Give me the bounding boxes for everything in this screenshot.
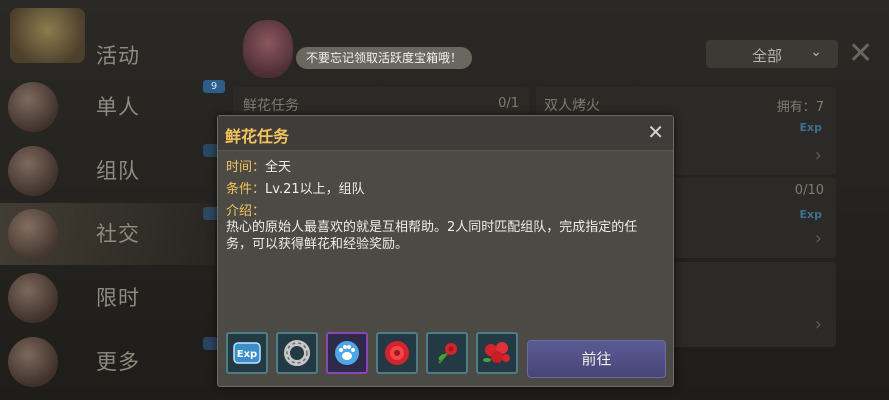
- warrior-avatar-icon: [8, 146, 58, 196]
- red-rose-icon: [378, 334, 416, 372]
- exp-icon: Exp: [799, 121, 822, 134]
- task-title: 鲜花任务: [243, 98, 299, 114]
- sidebar-item-limited[interactable]: 限时: [0, 267, 215, 329]
- close-icon[interactable]: ✕: [647, 120, 664, 144]
- pink-hair-avatar-icon: [8, 82, 58, 132]
- condition-row: 条件：Lv.21以上，组队: [226, 178, 365, 197]
- more-avatar-icon: [8, 337, 58, 387]
- sidebar-item-label: 单人: [96, 95, 140, 119]
- sidebar-item-label: 组队: [96, 159, 140, 183]
- mascot-character-icon: [243, 20, 293, 78]
- exp-icon: Exp: [799, 208, 822, 221]
- sidebar-item-more[interactable]: 更多: [0, 331, 215, 393]
- single-rose-icon: [428, 334, 466, 372]
- sidebar-item-label: 限时: [96, 286, 140, 310]
- go-button[interactable]: 前往: [527, 340, 666, 378]
- sidebar-item-team[interactable]: 组队: [0, 140, 215, 202]
- filter-dropdown[interactable]: 全部 ⌄: [706, 40, 838, 68]
- reward-slot[interactable]: [476, 332, 518, 374]
- reward-slot[interactable]: [326, 332, 368, 374]
- dialog-header: 鲜花任务 ✕: [218, 116, 673, 151]
- ring-icon: [278, 334, 316, 372]
- svg-text:Exp: Exp: [237, 349, 257, 360]
- intro-row: 介绍：: [226, 200, 265, 219]
- time-value: 全天: [265, 160, 292, 175]
- exp-icon: Exp: [228, 334, 266, 372]
- task-description: 热心的原始人最喜欢的就是互相帮助。2人同时匹配组队，完成指定的任务，可以获得鲜花…: [226, 220, 638, 252]
- chevron-right-icon[interactable]: ›: [815, 314, 822, 335]
- task-count: 0/1: [498, 96, 519, 111]
- sidebar-item-label: 社交: [96, 222, 140, 246]
- dialog-title: 鲜花任务: [225, 127, 290, 146]
- intro-key: 介绍：: [226, 204, 266, 219]
- chevron-right-icon[interactable]: ›: [815, 228, 822, 249]
- single-count-badge: 9: [203, 80, 225, 93]
- task-count: 0/10: [794, 183, 824, 198]
- condition-key: 条件：: [226, 182, 266, 197]
- sidebar-item-label: 活动: [96, 44, 140, 68]
- sidebar-item-single[interactable]: 单人: [0, 76, 215, 138]
- tip-bubble: 不要忘记领取活跃度宝箱哦！: [296, 47, 473, 69]
- filter-label: 全部: [752, 47, 783, 65]
- task-detail-dialog: 鲜花任务 ✕ 时间：全天 条件：Lv.21以上，组队 介绍： 热心的原始人最喜欢…: [217, 115, 674, 387]
- reward-slot[interactable]: Exp: [226, 332, 268, 374]
- reward-slot[interactable]: [276, 332, 318, 374]
- reward-slot[interactable]: [376, 332, 418, 374]
- time-key: 时间：: [226, 160, 266, 175]
- chevron-right-icon[interactable]: ›: [815, 145, 822, 166]
- paw-icon: [328, 334, 366, 372]
- limited-avatar-icon: [8, 273, 58, 323]
- sidebar-item-social[interactable]: 社交: [0, 203, 215, 265]
- task-title: 双人烤火: [544, 98, 600, 114]
- sidebar-item-label: 更多: [96, 350, 140, 374]
- rose-bouquet-icon: [478, 334, 516, 372]
- category-sidebar: 活动 单人 9 组队 社交 限时 更多: [0, 0, 225, 400]
- time-row: 时间：全天: [226, 156, 291, 175]
- task-count: 拥有：7: [776, 100, 824, 115]
- social-avatar-icon: [8, 209, 58, 259]
- chevron-down-icon: ⌄: [810, 44, 822, 60]
- close-icon[interactable]: ✕: [848, 36, 873, 71]
- reward-slot[interactable]: [426, 332, 468, 374]
- condition-value: Lv.21以上，组队: [265, 182, 365, 197]
